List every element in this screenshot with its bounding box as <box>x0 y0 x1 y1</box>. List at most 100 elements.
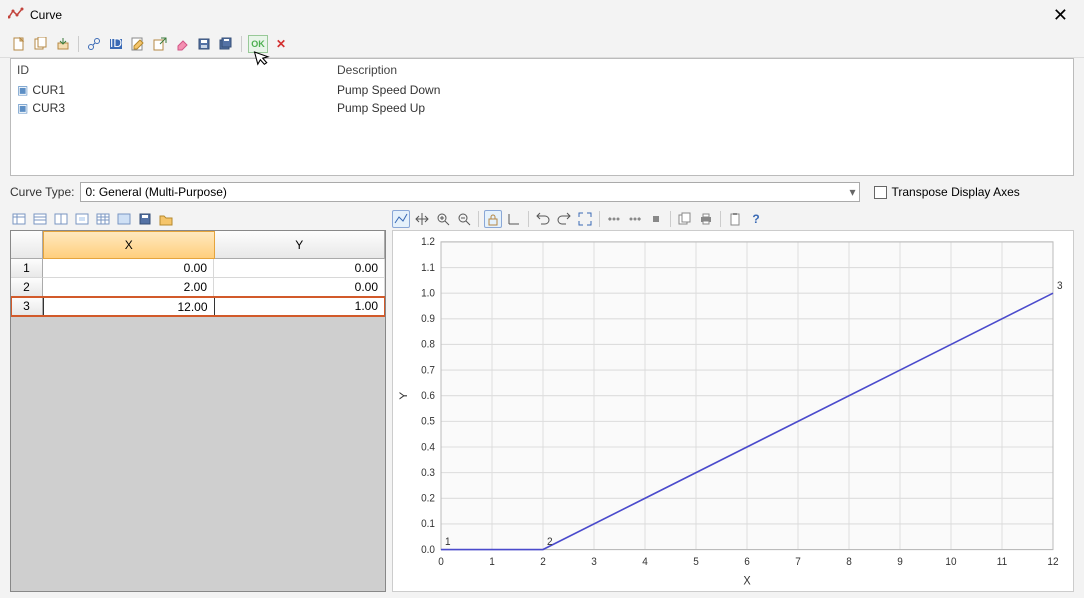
transpose-checkbox[interactable] <box>874 186 887 199</box>
svg-text:ID: ID <box>110 37 122 50</box>
copy-chart-icon[interactable] <box>676 210 694 228</box>
edit-icon[interactable] <box>129 35 147 53</box>
new-icon[interactable] <box>10 35 28 53</box>
grid-cell-x[interactable]: 12.00 <box>43 297 215 316</box>
table-row[interactable]: 3 12.00 1.00 <box>11 297 385 316</box>
svg-text:Y: Y <box>398 391 409 399</box>
pan-icon[interactable] <box>413 210 431 228</box>
folder-icon: ▣ <box>17 101 28 115</box>
svg-text:?: ? <box>752 212 759 226</box>
chart-area[interactable]: 01234567891011120.00.10.20.30.40.50.60.7… <box>392 230 1074 592</box>
grid-corner[interactable] <box>11 231 43 259</box>
redo-icon[interactable] <box>555 210 573 228</box>
print-icon[interactable] <box>697 210 715 228</box>
svg-text:0.1: 0.1 <box>421 519 435 530</box>
chart-toolbar: ? <box>392 208 1074 230</box>
list-item-desc: Pump Speed Up <box>331 99 1073 117</box>
grid-cell-y[interactable]: 1.00 <box>215 297 386 316</box>
grid-tool-icon[interactable] <box>115 210 133 228</box>
grid-cell-x[interactable]: 0.00 <box>43 259 214 278</box>
external-icon[interactable] <box>151 35 169 53</box>
svg-text:1: 1 <box>445 537 451 548</box>
main-toolbar: ID OK ✕ <box>0 30 1084 58</box>
list-item-desc: Pump Speed Down <box>331 81 1073 99</box>
grid-cell-x[interactable]: 2.00 <box>43 278 214 297</box>
list-item[interactable]: ▣CUR3 <box>11 99 331 117</box>
row-number[interactable]: 1 <box>11 259 43 278</box>
svg-text:1: 1 <box>489 556 495 567</box>
table-row[interactable]: 1 0.00 0.00 <box>11 259 385 278</box>
chart-panel: ? 01234567891011120.00.10.20.30.40.50.60… <box>392 208 1074 592</box>
svg-text:0.2: 0.2 <box>421 493 435 504</box>
help-icon[interactable]: ? <box>747 210 765 228</box>
step-fwd-icon[interactable] <box>626 210 644 228</box>
grid-tool-icon[interactable] <box>10 210 28 228</box>
curve-list: ID ▣ CUR1 ▣CUR3 Description Pump Speed Do… <box>10 58 1074 176</box>
list-item[interactable]: ▣ CUR1 <box>11 81 331 99</box>
import-icon[interactable] <box>54 35 72 53</box>
toolbar-separator <box>241 36 242 52</box>
chart-line-icon[interactable] <box>392 210 410 228</box>
folder-icon: ▣ <box>17 83 28 97</box>
save-icon[interactable] <box>195 35 213 53</box>
fit-icon[interactable] <box>576 210 594 228</box>
svg-text:6: 6 <box>744 556 750 567</box>
grid-col-x[interactable]: X <box>43 231 215 259</box>
grid-tool-icon[interactable] <box>52 210 70 228</box>
curve-type-value: 0: General (Multi-Purpose) <box>85 185 226 199</box>
link-icon[interactable] <box>85 35 103 53</box>
save-all-icon[interactable] <box>217 35 235 53</box>
row-number[interactable]: 2 <box>11 278 43 297</box>
cancel-button[interactable]: ✕ <box>272 37 290 51</box>
step-back-icon[interactable] <box>605 210 623 228</box>
grid-tool-icon[interactable] <box>94 210 112 228</box>
clipboard-icon[interactable] <box>726 210 744 228</box>
window-title: Curve <box>30 8 62 22</box>
list-item-id: CUR1 <box>32 83 65 97</box>
ok-button[interactable]: OK <box>248 35 268 53</box>
grid-cell-y[interactable]: 0.00 <box>214 278 385 297</box>
data-grid[interactable]: X Y 1 0.00 0.002 2.00 0.003 12.00 1.00 <box>10 230 386 592</box>
copy-icon[interactable] <box>32 35 50 53</box>
svg-text:2: 2 <box>540 556 546 567</box>
svg-text:7: 7 <box>795 556 801 567</box>
lock-axis-icon[interactable] <box>484 210 502 228</box>
grid-toolbar <box>10 208 386 230</box>
svg-text:0.7: 0.7 <box>421 365 435 376</box>
svg-text:X: X <box>743 575 751 588</box>
close-window-button[interactable]: ✕ <box>1045 5 1076 26</box>
svg-text:1.0: 1.0 <box>421 288 435 299</box>
table-row[interactable]: 2 2.00 0.00 <box>11 278 385 297</box>
curve-type-select[interactable]: 0: General (Multi-Purpose) ▾ <box>80 182 860 202</box>
data-panel: X Y 1 0.00 0.002 2.00 0.003 12.00 1.00 <box>10 208 386 592</box>
erase-icon[interactable] <box>173 35 191 53</box>
toolbar-separator <box>478 211 479 227</box>
list-header-desc: Description <box>331 59 1073 81</box>
open-folder-icon[interactable] <box>157 210 175 228</box>
axis-icon[interactable] <box>505 210 523 228</box>
id-icon[interactable]: ID <box>107 35 125 53</box>
toolbar-separator <box>720 211 721 227</box>
grid-col-y[interactable]: Y <box>215 231 386 259</box>
svg-text:10: 10 <box>945 556 956 567</box>
list-header-id: ID <box>11 59 331 81</box>
svg-text:2: 2 <box>547 537 553 548</box>
grid-tool-icon[interactable] <box>73 210 91 228</box>
grid-tool-icon[interactable] <box>31 210 49 228</box>
svg-text:0.8: 0.8 <box>421 339 435 350</box>
svg-text:3: 3 <box>1057 280 1063 291</box>
zoom-out-icon[interactable] <box>455 210 473 228</box>
svg-text:8: 8 <box>846 556 852 567</box>
svg-text:0.6: 0.6 <box>421 391 435 402</box>
zoom-in-icon[interactable] <box>434 210 452 228</box>
grid-cell-y[interactable]: 0.00 <box>214 259 385 278</box>
svg-text:9: 9 <box>897 556 903 567</box>
stop-icon[interactable] <box>647 210 665 228</box>
toolbar-separator <box>670 211 671 227</box>
svg-text:0: 0 <box>438 556 444 567</box>
row-number[interactable]: 3 <box>11 297 43 316</box>
curve-type-label: Curve Type: <box>10 185 74 199</box>
save-grid-icon[interactable] <box>136 210 154 228</box>
undo-icon[interactable] <box>534 210 552 228</box>
toolbar-separator <box>599 211 600 227</box>
